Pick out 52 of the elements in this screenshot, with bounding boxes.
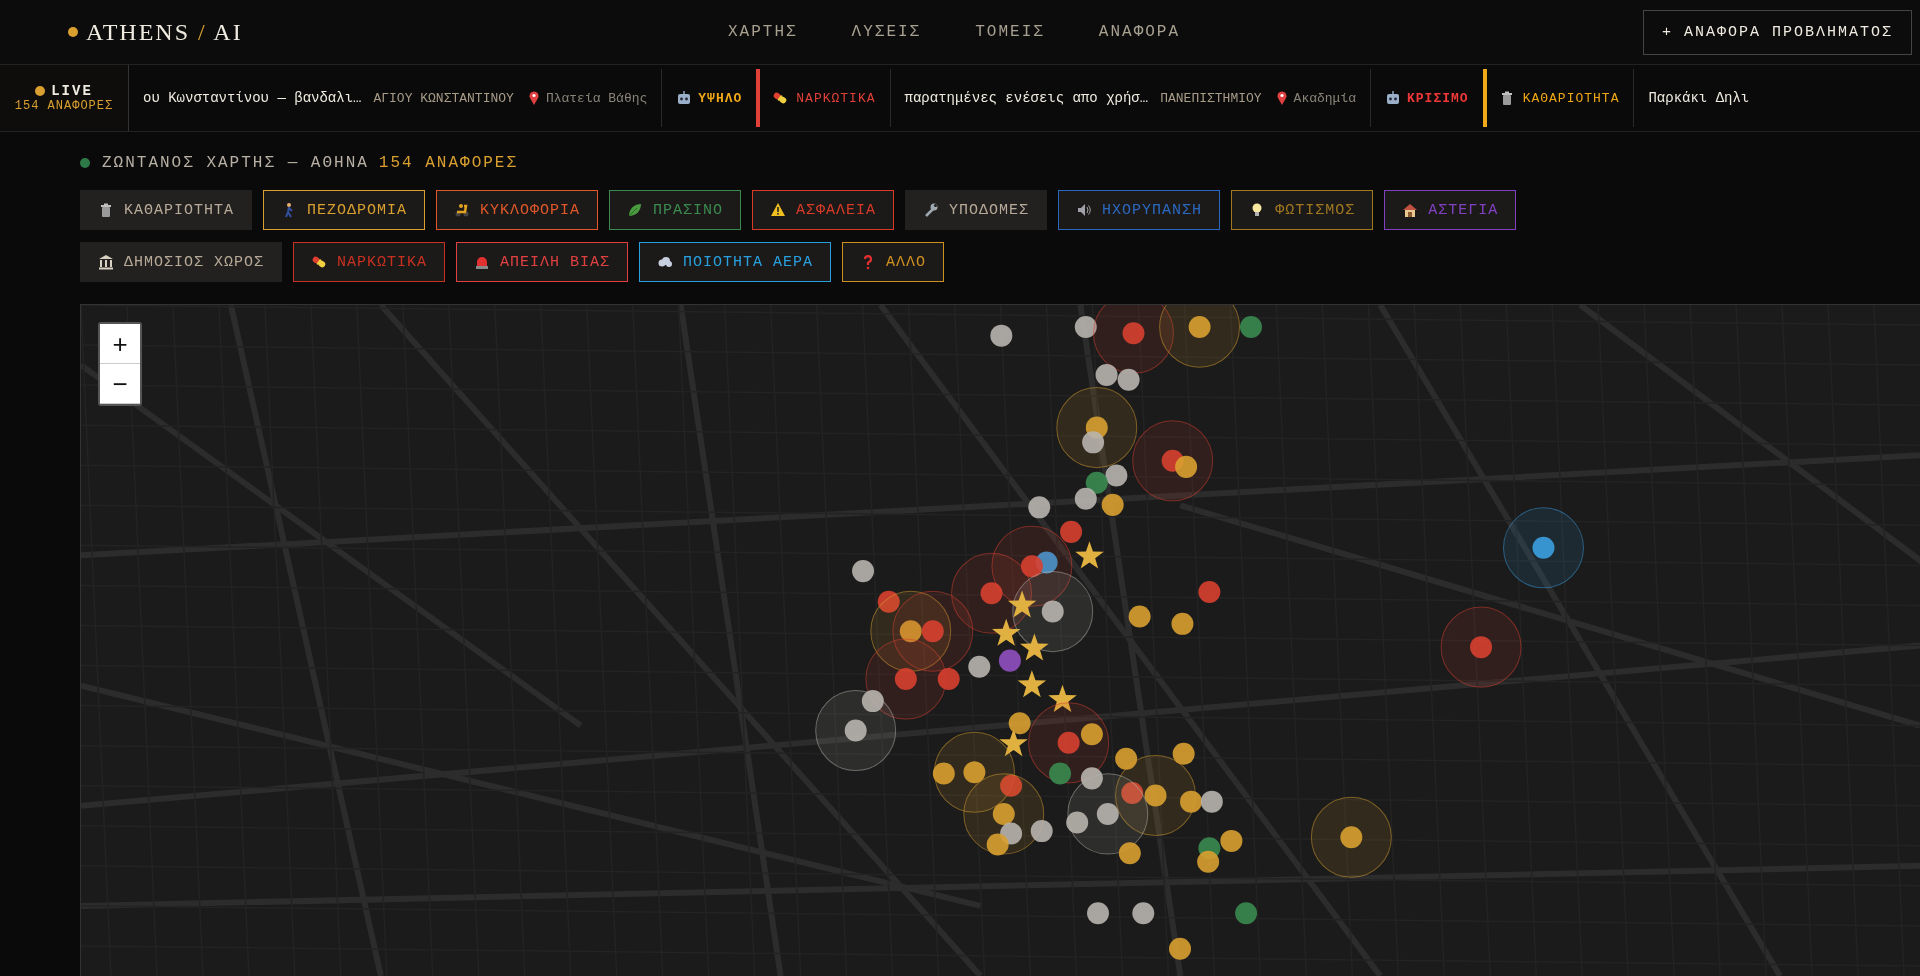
- category-filter[interactable]: ΔΗΜΟΣΙΟΣ ΧΩΡΟΣ: [80, 242, 283, 282]
- logo-dot-icon: [68, 27, 78, 37]
- category-filter[interactable]: ΑΠΕΙΛΗ ΒΙΑΣ: [456, 242, 629, 282]
- category-filter[interactable]: ΦΩΤΙΣΜΟΣ: [1231, 190, 1374, 230]
- report-count: 154 ΑΝΑΦΟΡΕΣ: [378, 154, 519, 172]
- pill-icon: [311, 254, 328, 270]
- category-filter[interactable]: ΥΠΟΔΟΜΕΣ: [905, 190, 1048, 230]
- robot-icon: [676, 90, 693, 106]
- section-title: ΖΩΝΤΑΝΟΣ ΧΑΡΤΗΣ — ΑΘΗΝΑ: [102, 154, 369, 172]
- nav-link[interactable]: ΤΟΜΕΙΣ: [975, 23, 1045, 41]
- speaker-icon: [1076, 202, 1093, 218]
- category-filter[interactable]: ΠΡΑΣΙΝΟ: [609, 190, 742, 230]
- map-drawing[interactable]: [81, 305, 1920, 976]
- category-filter[interactable]: ΠΟΙΟΤΗΤΑ ΑΕΡΑ: [639, 242, 832, 282]
- category-label: ΚΑΘΑΡΙΟΤΗΤΑ: [1522, 90, 1620, 106]
- report-title[interactable]: παρατημένες ενέσεις απο χρήσ…: [904, 90, 1149, 106]
- live-dot-icon: [35, 86, 46, 96]
- category-filter[interactable]: ΚΥΚΛΟΦΟΡΙΑ: [436, 190, 599, 230]
- category-filter[interactable]: ΚΑΘΑΡΙΟΤΗΤΑ: [80, 190, 253, 230]
- priority-label: ΥΨΗΛΟ: [698, 90, 743, 106]
- category-filter[interactable]: ΠΕΖΟΔΡΟΜΙΑ: [263, 190, 426, 230]
- house-icon: [1402, 202, 1419, 218]
- street-name: ΠΑΝΕΠΙΣΤΗΜΙΟΥ: [1160, 90, 1262, 106]
- nav-link[interactable]: ΧΑΡΤΗΣ: [728, 23, 798, 41]
- cloud-icon: [657, 254, 674, 270]
- street-name: ΑΓΙΟΥ ΚΩΝΣΤΑΝΤΙΝΟΥ: [373, 90, 514, 106]
- siren-icon: [474, 254, 491, 270]
- place-name: Ακαδημία: [1293, 90, 1356, 106]
- live-label: LIVE: [51, 83, 93, 99]
- category-filter[interactable]: ΑΣΦΑΛΕΙΑ: [752, 190, 895, 230]
- category-filter[interactable]: ΑΛΛΟ: [842, 242, 945, 282]
- warning-icon: [770, 202, 787, 218]
- nav-link[interactable]: ΑΝΑΦΟΡΑ: [1098, 23, 1181, 41]
- category-label: ΝΑΡΚΩΤΙΚΑ: [796, 90, 876, 106]
- trash-can-icon: [98, 202, 114, 218]
- wrench-icon: [923, 202, 940, 218]
- robot-icon: [1385, 90, 1401, 106]
- pill-icon: [772, 90, 789, 106]
- scooter-icon: [454, 202, 471, 218]
- zoom-in-button[interactable]: +: [100, 324, 140, 364]
- report-count: 154 ΑΝΑΦΟΡΕΣ: [14, 99, 114, 113]
- report-title[interactable]: Παρκάκι Δηλι: [1648, 90, 1750, 106]
- zoom-out-button[interactable]: −: [100, 364, 140, 404]
- report-problem-button[interactable]: + ΑΝΑΦΟΡΑ ΠΡΟΒΛΗΜΑΤΟΣ: [1642, 9, 1912, 55]
- columns-building-icon: [98, 254, 114, 270]
- place-name: Πλατεία Βάθης: [545, 90, 648, 106]
- priority-label: ΚΡΙΣΙΜΟ: [1407, 90, 1469, 106]
- report-title[interactable]: ου Κωνσταντίνου — βανδαλι…: [143, 90, 362, 106]
- logo[interactable]: ATHENS / AI: [86, 18, 243, 46]
- leaf-icon: [627, 202, 644, 218]
- status-dot-icon: [80, 158, 90, 168]
- nav-link[interactable]: ΛΥΣΕΙΣ: [851, 23, 922, 41]
